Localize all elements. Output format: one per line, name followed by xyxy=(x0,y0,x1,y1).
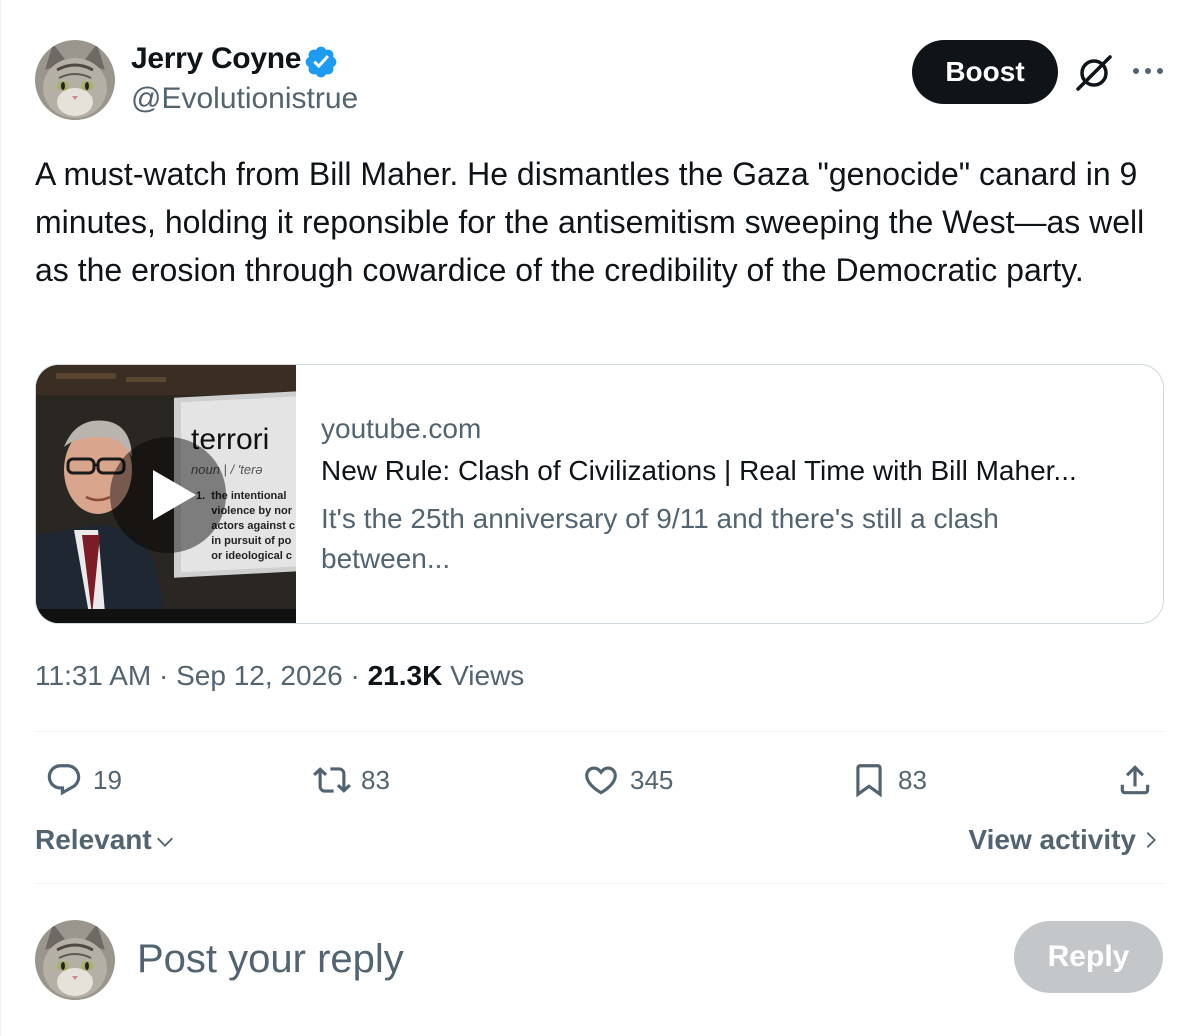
bookmark-action-button[interactable]: 83 xyxy=(850,757,927,803)
more-icon[interactable] xyxy=(1128,56,1168,86)
boost-button[interactable]: Boost xyxy=(912,40,1058,104)
left-border xyxy=(0,0,1,1036)
reply-icon xyxy=(47,764,81,796)
grok-icon[interactable] xyxy=(1074,53,1114,93)
author-handle[interactable]: @Evolutionistrue xyxy=(131,82,358,116)
author-avatar[interactable] xyxy=(35,40,115,120)
reply-action-button[interactable]: 19 xyxy=(45,757,122,803)
sort-relevant-dropdown[interactable]: Relevant xyxy=(35,824,176,856)
tweet-date[interactable]: Sep 12, 2026 xyxy=(176,660,343,691)
bookmark-count: 83 xyxy=(898,764,927,795)
chevron-right-icon xyxy=(1146,832,1156,848)
view-activity-link[interactable]: View activity xyxy=(968,824,1162,856)
divider xyxy=(35,731,1165,732)
card-domain: youtube.com xyxy=(321,413,482,444)
reply-avatar xyxy=(35,920,115,1000)
tweet-meta: 11:31 AM · Sep 12, 2026 · 21.3K Views xyxy=(35,660,524,692)
views-count[interactable]: 21.3K xyxy=(368,660,443,691)
chevron-down-icon xyxy=(156,837,173,847)
card-description: It's the 25th anniversary of 9/11 and th… xyxy=(321,503,999,574)
author-name[interactable]: Jerry Coyne xyxy=(131,42,301,76)
repost-count: 83 xyxy=(361,764,390,795)
heart-icon xyxy=(585,766,617,795)
tweet-time[interactable]: 11:31 AM xyxy=(35,660,151,691)
repost-action-button[interactable]: 83 xyxy=(313,757,390,803)
view-activity-label: View activity xyxy=(968,824,1136,855)
tweet-text: A must-watch from Bill Maher. He dismant… xyxy=(35,156,1145,288)
card-title: New Rule: Clash of Civilizations | Real … xyxy=(321,455,1077,486)
reply-button[interactable]: Reply xyxy=(1014,921,1163,993)
like-action-button[interactable]: 345 xyxy=(582,757,673,803)
repost-icon xyxy=(313,767,351,793)
bookmark-icon xyxy=(856,764,882,798)
link-card[interactable]: terrori noun | / 'terə 1. the intentiona… xyxy=(35,364,1164,624)
sort-relevant-label: Relevant xyxy=(35,824,152,855)
reply-count: 19 xyxy=(93,764,122,795)
like-count: 345 xyxy=(630,764,674,795)
share-icon xyxy=(1120,765,1150,795)
share-action-button[interactable] xyxy=(1116,757,1164,803)
meta-separator: · xyxy=(159,660,169,691)
meta-separator: · xyxy=(350,660,360,691)
views-label: Views xyxy=(450,660,525,691)
video-thumbnail[interactable]: terrori noun | / 'terə 1. the intentiona… xyxy=(36,365,296,623)
play-icon[interactable] xyxy=(108,435,228,555)
divider xyxy=(35,883,1165,884)
reply-input[interactable] xyxy=(135,930,779,988)
verified-badge-icon xyxy=(303,44,339,80)
